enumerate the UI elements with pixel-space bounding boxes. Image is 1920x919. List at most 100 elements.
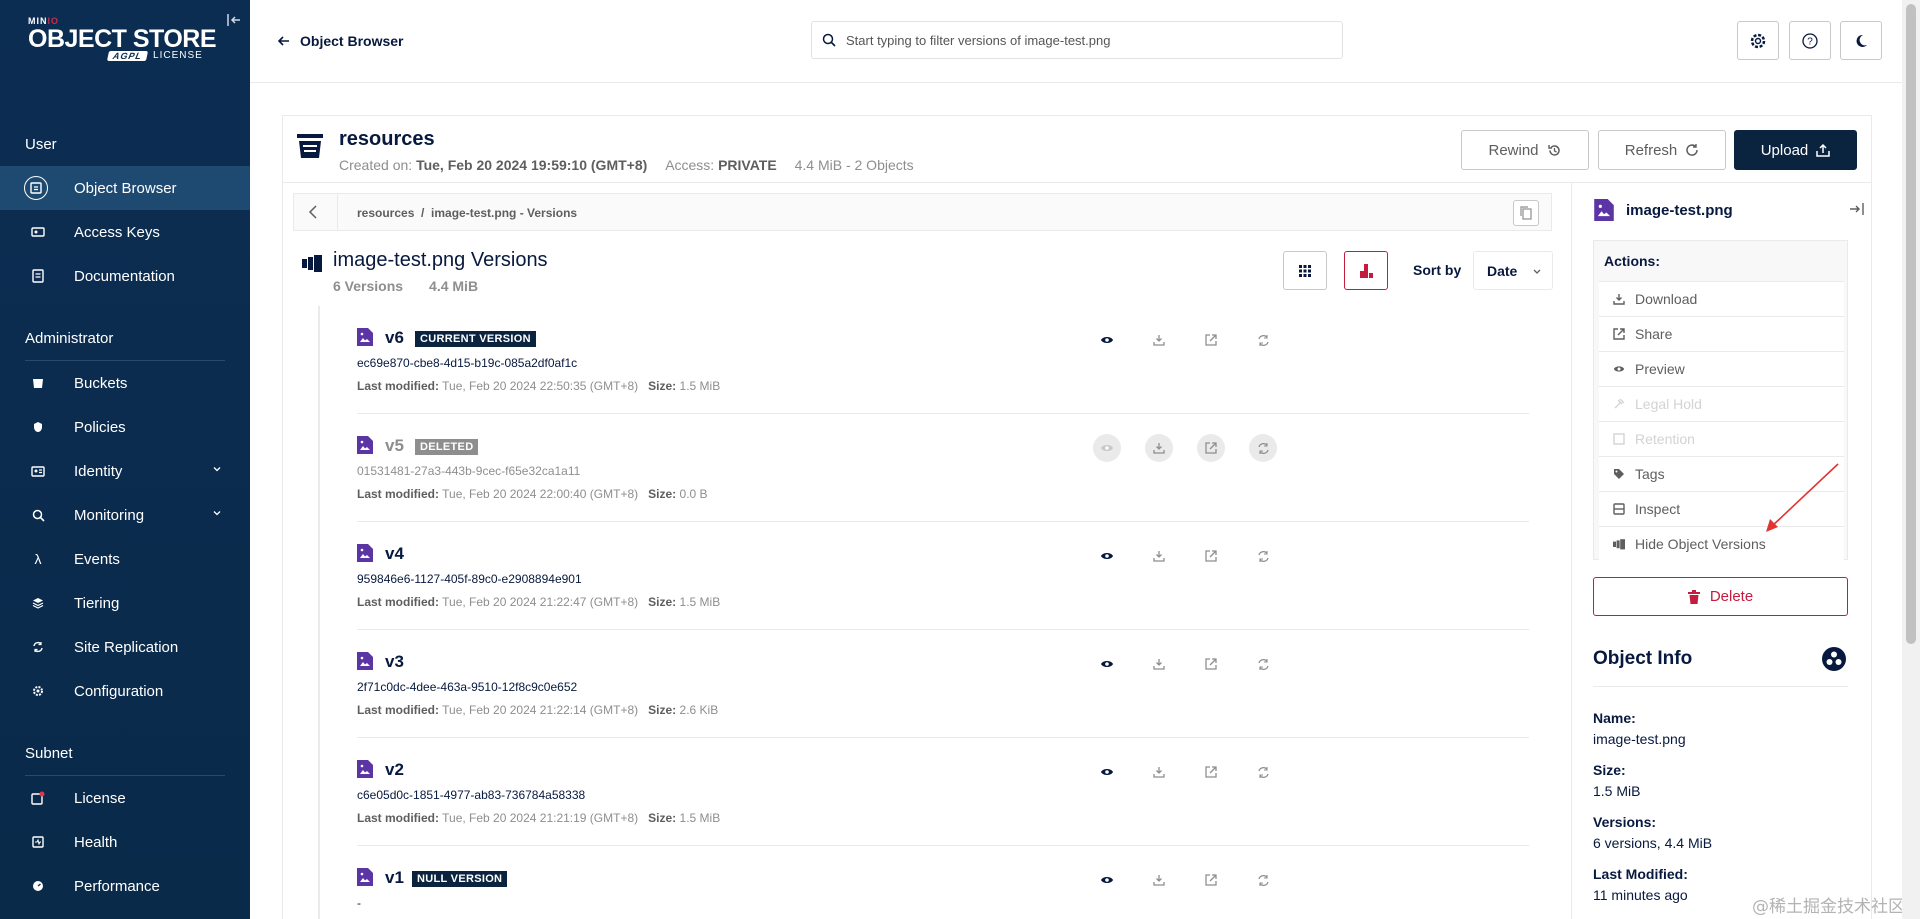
help-button[interactable]: ? xyxy=(1789,21,1831,60)
scrollbar-thumb[interactable] xyxy=(1906,4,1916,644)
sidebar-item-monitoring[interactable]: Monitoring xyxy=(0,493,250,537)
action-share[interactable]: Share xyxy=(1599,316,1844,351)
restore-version-button[interactable] xyxy=(1249,434,1277,462)
restore-version-button[interactable] xyxy=(1249,758,1277,786)
download-version-button[interactable] xyxy=(1145,542,1173,570)
divider xyxy=(1593,686,1848,687)
sidebar-item-license[interactable]: License xyxy=(0,776,250,820)
preview-version-button[interactable] xyxy=(1093,326,1121,354)
restore-icon xyxy=(1257,874,1269,886)
share-version-button[interactable] xyxy=(1197,434,1225,462)
preview-version-button[interactable] xyxy=(1093,866,1121,894)
version-row-v6[interactable]: v6 CURRENT VERSION ec69e870-cbe8-4d15-b1… xyxy=(357,306,1529,414)
search-input[interactable] xyxy=(846,32,1326,48)
delete-versions-icon xyxy=(1360,263,1373,278)
version-id: c6e05d0c-1851-4977-ab83-736784a58338 xyxy=(357,788,586,802)
download-version-button[interactable] xyxy=(1145,434,1173,462)
history-icon xyxy=(1547,144,1560,156)
sidebar-item-performance[interactable]: Performance xyxy=(0,864,250,908)
search-box[interactable] xyxy=(811,21,1343,59)
sidebar-item-object-browser[interactable]: Object Browser xyxy=(0,166,250,210)
versions-size: 4.4 MiB xyxy=(429,278,479,294)
size-value: 1.5 MiB xyxy=(679,595,721,609)
selected-object-header: image-test.png xyxy=(1594,199,1733,221)
upload-button[interactable]: Upload xyxy=(1734,130,1857,170)
restore-version-button[interactable] xyxy=(1249,326,1277,354)
preview-version-button[interactable] xyxy=(1093,434,1121,462)
sidebar-item-buckets[interactable]: Buckets xyxy=(0,361,250,405)
rewind-label: Rewind xyxy=(1488,141,1539,159)
sidebar-item-label: Tiering xyxy=(74,594,120,612)
copy-path-button[interactable] xyxy=(1513,200,1539,226)
settings-button[interactable] xyxy=(1737,21,1779,60)
bucket-meta: Created on: Tue, Feb 20 2024 19:59:10 (G… xyxy=(339,157,914,173)
share-icon xyxy=(1205,658,1217,670)
health-icon xyxy=(30,834,46,850)
back-to-object-browser[interactable]: Object Browser xyxy=(278,33,403,49)
dark-mode-button[interactable] xyxy=(1840,21,1882,60)
download-version-button[interactable] xyxy=(1145,866,1173,894)
preview-version-button[interactable] xyxy=(1093,650,1121,678)
sidebar-item-site-replication[interactable]: Site Replication xyxy=(0,625,250,669)
version-name: v4 xyxy=(385,544,404,563)
object-info-title: Object Info xyxy=(1593,648,1693,669)
sidebar-item-health[interactable]: Health xyxy=(0,820,250,864)
select-multiple-button[interactable] xyxy=(1283,251,1327,290)
share-version-button[interactable] xyxy=(1197,650,1225,678)
bucket-icon xyxy=(30,375,46,391)
download-version-button[interactable] xyxy=(1145,326,1173,354)
replication-icon xyxy=(30,639,46,655)
size-value: 1.5 MiB xyxy=(679,379,721,393)
share-icon xyxy=(1205,766,1217,778)
close-panel-icon[interactable] xyxy=(1849,202,1865,216)
breadcrumb-path[interactable]: resources / image-test.png - Versions xyxy=(357,206,577,220)
sidebar-item-label: Events xyxy=(74,550,120,568)
version-row-v4[interactable]: v4 959846e6-1127-405f-89c0-e2908894e901 … xyxy=(357,522,1529,630)
sidebar-item-access-keys[interactable]: Access Keys xyxy=(0,210,250,254)
created-label: Created on: xyxy=(339,157,413,173)
version-row-v2[interactable]: v2 c6e05d0c-1851-4977-ab83-736784a58338 … xyxy=(357,738,1529,846)
action-preview[interactable]: Preview xyxy=(1599,351,1844,386)
sidebar-item-events[interactable]: λ Events xyxy=(0,537,250,581)
delete-non-current-button[interactable] xyxy=(1344,251,1388,290)
versions-count: 6 Versions xyxy=(333,278,404,294)
share-version-button[interactable] xyxy=(1197,866,1225,894)
download-version-button[interactable] xyxy=(1145,650,1173,678)
rewind-button[interactable]: Rewind xyxy=(1461,130,1589,170)
sidebar-item-configuration[interactable]: Configuration xyxy=(0,669,250,713)
restore-version-button[interactable] xyxy=(1249,650,1277,678)
action-download[interactable]: Download xyxy=(1599,281,1844,316)
refresh-button[interactable]: Refresh xyxy=(1598,130,1726,170)
copy-icon xyxy=(1520,206,1532,220)
action-legal-hold: Legal Hold xyxy=(1599,386,1844,421)
sidebar-item-tiering[interactable]: Tiering xyxy=(0,581,250,625)
size-value: 0.0 B xyxy=(679,487,708,501)
gavel-icon xyxy=(1614,398,1625,409)
preview-version-button[interactable] xyxy=(1093,758,1121,786)
sidebar-item-policies[interactable]: Policies xyxy=(0,405,250,449)
version-row-v1[interactable]: v1 NULL VERSION - xyxy=(357,846,1529,919)
share-version-button[interactable] xyxy=(1197,326,1225,354)
key-icon xyxy=(30,224,46,240)
delete-button[interactable]: Delete xyxy=(1593,577,1848,616)
sort-select[interactable]: Date xyxy=(1473,251,1553,290)
sidebar-item-label: Health xyxy=(74,833,118,851)
share-version-button[interactable] xyxy=(1197,542,1225,570)
action-retention: Retention xyxy=(1599,421,1844,456)
minio-logo[interactable]: MINIO OBJECT STORE AGPL LICENSE xyxy=(28,16,217,61)
version-row-v3[interactable]: v3 2f71c0dc-4dee-463a-9510-12f8c9c0e652 … xyxy=(357,630,1529,738)
share-version-button[interactable] xyxy=(1197,758,1225,786)
restore-version-button[interactable] xyxy=(1249,542,1277,570)
chevron-left-icon[interactable] xyxy=(306,204,322,220)
sidebar-item-identity[interactable]: Identity xyxy=(0,449,250,493)
download-version-button[interactable] xyxy=(1145,758,1173,786)
preview-version-button[interactable] xyxy=(1093,542,1121,570)
page-scrollbar[interactable] xyxy=(1902,0,1920,919)
restore-icon xyxy=(1257,550,1269,562)
sidebar-item-documentation[interactable]: Documentation xyxy=(0,254,250,298)
version-row-v5[interactable]: v5 DELETED 01531481-27a3-443b-9cec-f65e3… xyxy=(357,414,1529,522)
restore-version-button[interactable] xyxy=(1249,866,1277,894)
created-value: Tue, Feb 20 2024 19:59:10 (GMT+8) xyxy=(416,157,648,173)
info-name-value: image-test.png xyxy=(1593,731,1686,747)
collapse-sidebar-icon[interactable] xyxy=(226,12,242,28)
